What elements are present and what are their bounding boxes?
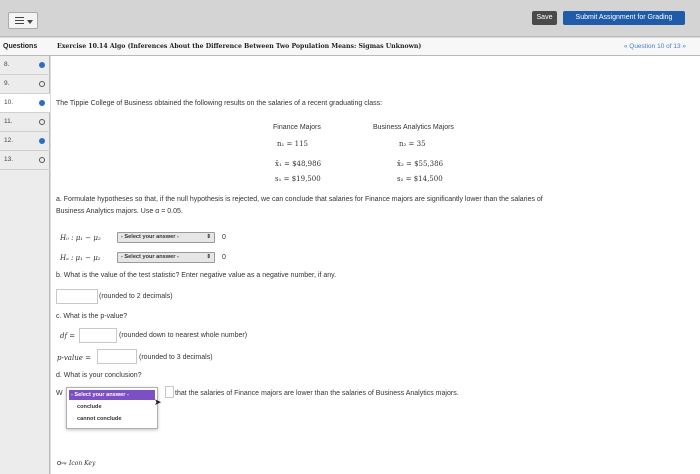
select-arrow-icon: ⇕	[206, 254, 211, 260]
p-value-label: p-value =	[57, 354, 91, 362]
questions-label: Questions	[3, 43, 38, 50]
df-label: df =	[60, 332, 76, 340]
select-arrow-icon: ⇕	[206, 234, 211, 240]
question-number: 10.	[4, 99, 14, 106]
s2-value: s₂ = $14,500	[397, 175, 443, 183]
unanswered-dot-icon	[39, 119, 45, 125]
question-number: 11.	[4, 118, 13, 125]
finance-majors-header: Finance Majors	[273, 124, 321, 131]
analytics-majors-header: Business Analytics Majors	[373, 124, 454, 131]
alt-hypothesis-value: 0	[222, 254, 226, 261]
s1-value: s₁ = $19,500	[275, 175, 321, 183]
top-toolbar: Save Submit Assignment for Grading	[0, 0, 700, 37]
sidebar-item-12[interactable]: 12.	[0, 132, 50, 151]
part-c-text: c. What is the p-value?	[56, 313, 128, 320]
dropdown-option-placeholder[interactable]: - Select your answer -	[69, 390, 155, 400]
question-content: The Tippie College of Business obtained …	[51, 56, 700, 474]
unanswered-dot-icon	[39, 81, 45, 87]
alt-hypothesis-label: Hₐ : μ₁ − μ₂	[60, 254, 101, 262]
part-a-text-cont: Business Analytics majors. Use α = 0.05.	[56, 208, 183, 215]
answered-dot-icon	[39, 62, 45, 68]
n1-value: n₁ = 115	[277, 140, 308, 148]
answered-dot-icon	[39, 138, 45, 144]
select-placeholder: - Select your answer -	[121, 254, 179, 260]
part-a-text: a. Formulate hypotheses so that, if the …	[56, 196, 543, 203]
dropdown-option-conclude[interactable]: conclude	[77, 404, 102, 410]
exercise-title: Exercise 10.14 Algo (Inferences About th…	[57, 43, 422, 50]
submit-assignment-button[interactable]: Submit Assignment for Grading	[563, 11, 685, 25]
conclusion-prefix: W	[56, 390, 63, 397]
dropdown-option-cannot-conclude[interactable]: cannot conclude	[77, 416, 121, 422]
conclusion-dropdown[interactable]: - Select your answer - conclude cannot c…	[66, 387, 158, 429]
mouse-cursor-icon: ➤	[154, 397, 162, 407]
sidebar-item-9[interactable]: 9.	[0, 75, 50, 94]
p-value-hint: (rounded to 3 decimals)	[139, 354, 213, 361]
icon-key-link[interactable]: Icon Key	[69, 460, 95, 467]
n2-value: n₂ = 35	[399, 140, 426, 148]
hamburger-icon	[15, 17, 24, 24]
df-input[interactable]	[79, 328, 117, 343]
key-icon	[57, 461, 67, 465]
answered-dot-icon	[39, 100, 45, 106]
question-header: Questions Exercise 10.14 Algo (Inference…	[0, 38, 700, 56]
x1-value: x̄₁ = $48,986	[275, 160, 322, 168]
df-hint: (rounded down to nearest whole number)	[119, 332, 248, 339]
unanswered-dot-icon	[39, 157, 45, 163]
question-sidebar: 8. 9. 10. 11. 12. 13.	[0, 56, 50, 474]
question-number: 13.	[4, 156, 14, 163]
part-d-text: d. What is your conclusion?	[56, 372, 142, 379]
test-statistic-input[interactable]	[56, 289, 98, 304]
question-navigation[interactable]: « Question 10 of 13 »	[624, 43, 686, 50]
chevron-down-icon	[27, 20, 33, 24]
null-hypothesis-label: H₀ : μ₁ − μ₂	[60, 234, 101, 242]
select-placeholder: - Select your answer -	[121, 234, 179, 240]
problem-intro: The Tippie College of Business obtained …	[56, 100, 383, 107]
save-button[interactable]: Save	[532, 11, 557, 25]
question-number: 12.	[4, 137, 14, 144]
question-number: 9.	[4, 80, 10, 87]
sidebar-item-8[interactable]: 8.	[0, 56, 50, 75]
alt-hypothesis-select[interactable]: - Select your answer - ⇕	[117, 252, 215, 263]
test-statistic-hint: (rounded to 2 decimals)	[99, 293, 173, 300]
p-value-input[interactable]	[97, 349, 137, 364]
sidebar-item-13[interactable]: 13.	[0, 151, 50, 170]
dropdown-option-label: - Select your answer -	[71, 392, 129, 398]
null-hypothesis-select[interactable]: - Select your answer - ⇕	[117, 232, 215, 243]
sidebar-item-11[interactable]: 11.	[0, 113, 50, 132]
question-number: 8.	[4, 61, 10, 68]
x2-value: x̄₂ = $55,386	[397, 160, 444, 168]
conclusion-text: that the salaries of Finance majors are …	[175, 390, 459, 397]
conclusion-select-edge[interactable]	[165, 386, 174, 398]
sidebar-item-10[interactable]: 10.	[0, 94, 50, 113]
null-hypothesis-value: 0	[222, 234, 226, 241]
part-b-text: b. What is the value of the test statist…	[56, 272, 337, 279]
menu-button[interactable]	[8, 12, 38, 29]
